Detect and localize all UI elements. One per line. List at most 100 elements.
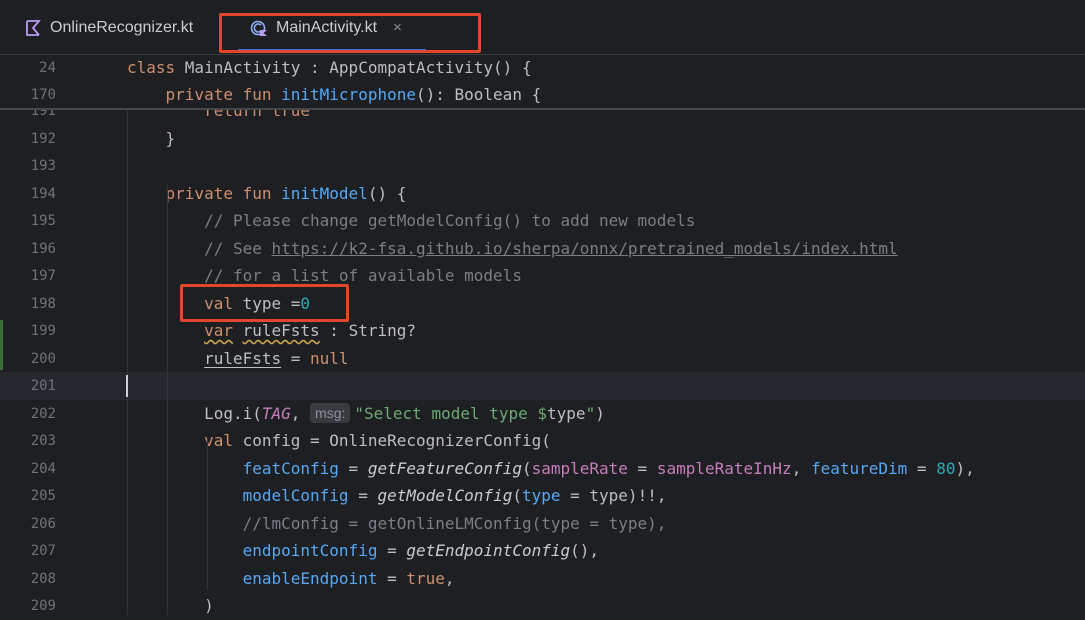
code-token: val xyxy=(127,431,243,450)
editor-tab-bar: OnlineRecognizer.kt MainActivity.kt × xyxy=(0,0,1085,55)
code-line[interactable]: 197 // for a list of available models xyxy=(0,262,1085,290)
active-tab-indicator xyxy=(238,49,426,52)
code-line[interactable]: 206 //lmConfig = getOnlineLMConfig(type … xyxy=(0,510,1085,538)
code-token: , xyxy=(290,403,311,423)
code-line[interactable]: 198 val type =0 xyxy=(0,290,1085,318)
code-token: featConfig xyxy=(242,458,339,478)
code-token: (), xyxy=(570,541,600,560)
code-line[interactable]: 202 Log.i(TAG, msg: "Select model type $t… xyxy=(0,400,1085,428)
code-token: } xyxy=(127,128,176,148)
code-token: type xyxy=(521,486,561,505)
code-token: ( xyxy=(512,486,522,505)
code-line[interactable]: 192 } xyxy=(0,125,1085,153)
code-line[interactable]: 207 endpointConfig = getEndpointConfig()… xyxy=(0,537,1085,565)
line-number: 199 xyxy=(30,323,56,339)
line-number: 202 xyxy=(30,405,56,422)
code-token: ) xyxy=(127,596,214,615)
code-text: // for a list of available models xyxy=(127,262,522,290)
code-token: = xyxy=(338,458,368,478)
code-line[interactable]: 199 var ruleFsts : String? xyxy=(0,317,1085,345)
code-line[interactable]: 196 // See https://k2-fsa.github.io/sher… xyxy=(0,235,1085,263)
code-token: " xyxy=(585,403,596,423)
code-line[interactable]: 203 val config = OnlineRecognizerConfig( xyxy=(0,427,1085,455)
code-token: (): Boolean { xyxy=(415,85,542,104)
code-token: , xyxy=(791,458,811,478)
code-token: getModelConfig xyxy=(377,486,513,505)
code-text: val config = OnlineRecognizerConfig( xyxy=(127,427,551,455)
code-editor[interactable]: 24 class MainActivity : AppCompatActivity… xyxy=(0,55,1085,615)
code-token: = xyxy=(907,458,937,478)
code-token: sampleRateInHz xyxy=(656,458,792,478)
code-text: } xyxy=(127,125,176,153)
code-line[interactable]: 200 ruleFsts = null xyxy=(0,345,1085,373)
line-number: 206 xyxy=(30,515,56,532)
code-token: () { xyxy=(367,183,407,203)
code-token: private fun xyxy=(127,85,282,104)
code-line[interactable]: 195 // Please change getModelConfig() to… xyxy=(0,207,1085,235)
code-token: // Please change getModelConfig() to add… xyxy=(127,211,696,230)
line-number: 198 xyxy=(30,295,56,312)
code-text: ruleFsts = null xyxy=(127,345,349,373)
code-text: enableEndpoint = true, xyxy=(127,565,455,593)
code-token: = type)!!, xyxy=(560,486,667,505)
kotlin-class-icon xyxy=(250,20,267,36)
code-text: val type =0 xyxy=(127,290,310,318)
line-number: 208 xyxy=(30,570,56,587)
code-token: featureDim xyxy=(810,458,908,478)
code-line[interactable]: 205 modelConfig = getModelConfig(type = … xyxy=(0,482,1085,510)
line-number: 205 xyxy=(30,488,56,504)
indent-guide xyxy=(207,440,208,590)
code-text: private fun initMicrophone(): Boolean { xyxy=(127,81,542,109)
code-line[interactable]: 24 class MainActivity : AppCompatActivity… xyxy=(0,54,1085,82)
code-line[interactable]: 209 ) xyxy=(0,592,1085,620)
code-token: // See xyxy=(127,238,272,258)
close-tab-icon[interactable]: × xyxy=(393,19,402,36)
line-number: 200 xyxy=(30,350,56,367)
code-text: featConfig = getFeatureConfig(sampleRate… xyxy=(127,455,975,483)
code-token: initMicrophone xyxy=(281,85,416,104)
line-number: 193 xyxy=(30,158,56,174)
line-number: 197 xyxy=(30,268,56,284)
sticky-scroll-header: 24 class MainActivity : AppCompatActivity… xyxy=(0,55,1085,110)
code-token: // for a list of available models xyxy=(127,266,522,285)
line-number: 196 xyxy=(30,240,56,257)
code-line[interactable]: 204 featConfig = getFeatureConfig(sample… xyxy=(0,455,1085,483)
tab-mainactivity[interactable]: MainActivity.kt × xyxy=(238,0,426,55)
code-token: val xyxy=(127,293,243,313)
code-token: endpointConfig xyxy=(242,541,378,560)
code-text: // See https://k2-fsa.github.io/sherpa/o… xyxy=(127,235,898,263)
code-token: : String? xyxy=(319,321,416,340)
code-line[interactable]: 201 xyxy=(0,372,1085,400)
code-text: // Please change getModelConfig() to add… xyxy=(127,207,695,235)
parameter-hint: msg: xyxy=(310,402,351,423)
tab-onlinerecognizer[interactable]: OnlineRecognizer.kt xyxy=(24,0,193,55)
code-line[interactable]: 193 xyxy=(0,152,1085,180)
code-line[interactable]: 208 enableEndpoint = true, xyxy=(0,565,1085,593)
code-token: true xyxy=(406,568,445,588)
code-token: "Select model type $ xyxy=(354,403,548,423)
line-number: 192 xyxy=(30,130,56,147)
code-token: ), xyxy=(955,458,975,478)
code-token: private fun xyxy=(127,183,282,203)
code-line[interactable]: 170 private fun initMicrophone(): Boolea… xyxy=(0,81,1085,109)
code-text: class MainActivity : AppCompatActivity()… xyxy=(127,54,532,82)
code-token: TAG xyxy=(261,403,291,423)
line-number: 170 xyxy=(30,87,56,103)
code-token: config = OnlineRecognizerConfig( xyxy=(242,431,551,450)
code-token: = xyxy=(281,348,311,368)
code-token: , xyxy=(444,568,455,588)
code-line[interactable]: 194 private fun initModel() { xyxy=(0,180,1085,208)
code-token: getEndpointConfig xyxy=(406,541,571,560)
code-token: getFeatureConfig xyxy=(367,458,522,478)
code-text: private fun initModel() { xyxy=(127,180,407,208)
code-token: = xyxy=(627,458,657,478)
line-number: 201 xyxy=(30,378,56,394)
code-token: type = xyxy=(242,293,301,313)
kotlin-file-icon xyxy=(26,19,41,36)
code-token[interactable]: https://k2-fsa.github.io/sherpa/onnx/pre… xyxy=(272,239,898,258)
